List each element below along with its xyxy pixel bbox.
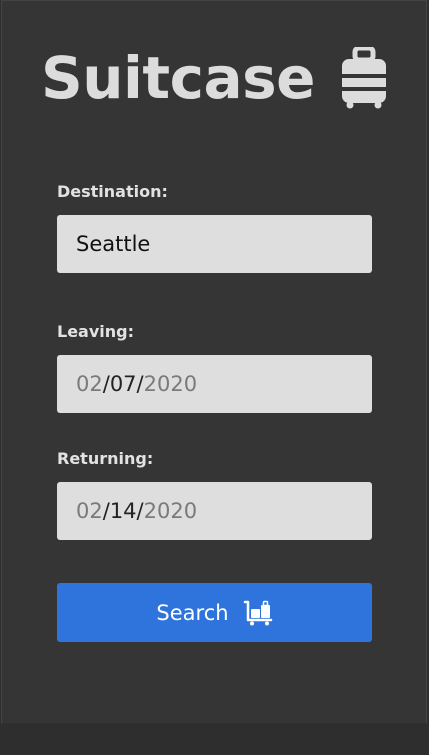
returning-year[interactable]: 2020: [144, 499, 197, 523]
leaving-date-input[interactable]: 02/07/2020: [57, 355, 372, 413]
page: Suitcase Destination: Seattle Leaving: 0…: [0, 0, 429, 755]
app-title: Suitcase: [40, 44, 316, 112]
leaving-day[interactable]: 07: [110, 372, 137, 396]
destination-label: Destination:: [57, 182, 168, 201]
returning-label: Returning:: [57, 449, 154, 468]
search-button-label: Search: [156, 600, 229, 625]
returning-month[interactable]: 02: [76, 499, 103, 523]
app-panel: Suitcase Destination: Seattle Leaving: 0…: [1, 0, 427, 724]
date-separator: /: [102, 372, 110, 396]
leaving-year[interactable]: 2020: [144, 372, 197, 396]
suitcase-icon: [342, 47, 387, 109]
date-separator: /: [136, 372, 144, 396]
destination-input[interactable]: Seattle: [57, 215, 372, 273]
leaving-month[interactable]: 02: [76, 372, 103, 396]
app-header: Suitcase: [2, 43, 426, 113]
search-button[interactable]: Search: [57, 583, 372, 642]
date-separator: /: [102, 499, 110, 523]
date-separator: /: [136, 499, 144, 523]
returning-date-input[interactable]: 02/14/2020: [57, 482, 372, 540]
returning-day[interactable]: 14: [110, 499, 137, 523]
destination-value: Seattle: [76, 232, 151, 256]
leaving-label: Leaving:: [57, 322, 134, 341]
luggage-cart-icon: [243, 600, 272, 625]
